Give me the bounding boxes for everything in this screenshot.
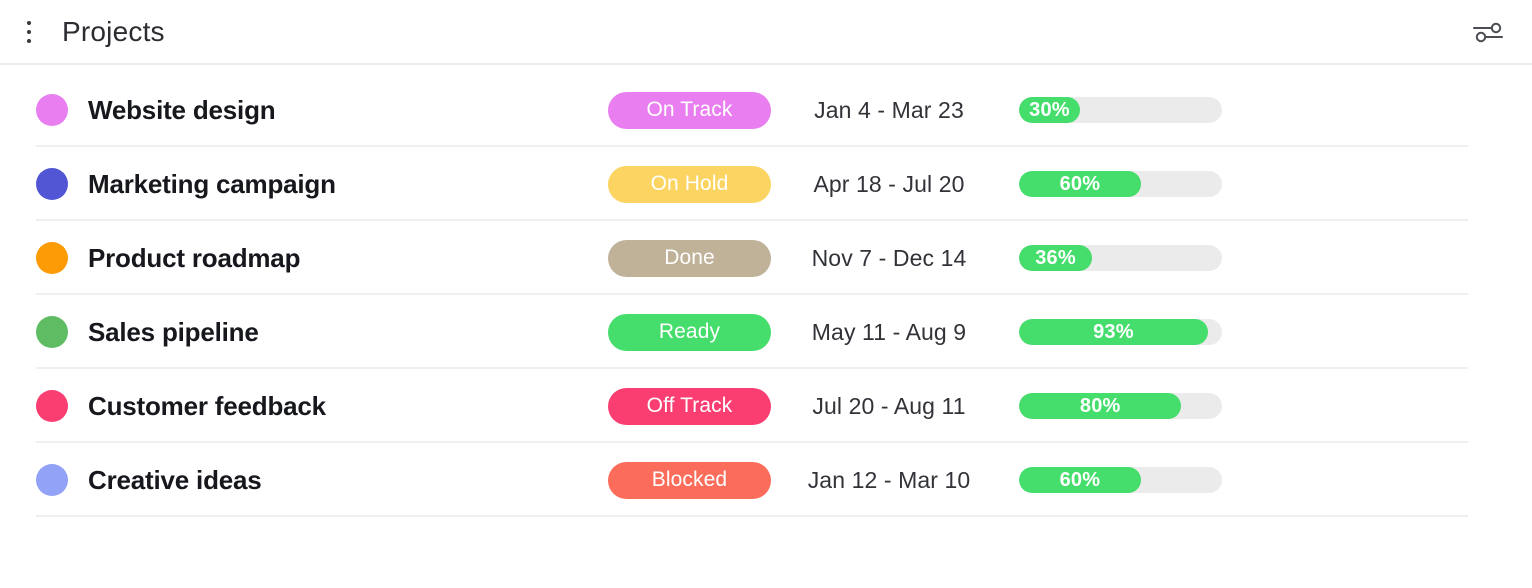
progress-cell: 36%	[1019, 245, 1222, 271]
progress-cell: 30%	[1019, 97, 1222, 123]
table-row[interactable]: Product roadmap Done Nov 7 - Dec 14 36%	[0, 221, 1532, 295]
project-color-dot-icon	[36, 464, 68, 496]
project-name[interactable]: Website design	[88, 95, 608, 126]
date-range[interactable]: Jan 4 - Mar 23	[771, 97, 1007, 124]
status-cell: Blocked	[608, 461, 771, 499]
project-name[interactable]: Creative ideas	[88, 465, 608, 496]
status-cell: Off Track	[608, 387, 771, 425]
progress-bar-fill: 30%	[1019, 97, 1080, 123]
status-badge[interactable]: Off Track	[608, 387, 771, 425]
project-name[interactable]: Product roadmap	[88, 243, 608, 274]
progress-cell: 80%	[1019, 393, 1222, 419]
date-range[interactable]: Nov 7 - Dec 14	[771, 245, 1007, 272]
project-color-dot-icon	[36, 242, 68, 274]
status-cell: Ready	[608, 313, 771, 351]
project-color-dot-icon	[36, 94, 68, 126]
projects-app: Projects Website design On Track Jan 4 - M…	[0, 0, 1532, 588]
progress-label: 80%	[1079, 394, 1121, 417]
progress-bar-fill: 60%	[1019, 171, 1141, 197]
project-list: Website design On Track Jan 4 - Mar 23 30% M…	[0, 65, 1532, 517]
progress-cell: 60%	[1019, 171, 1222, 197]
progress-label: 60%	[1059, 468, 1101, 491]
date-range[interactable]: May 11 - Aug 9	[771, 319, 1007, 346]
status-cell: On Track	[608, 91, 771, 129]
table-row[interactable]: Customer feedback Off Track Jul 20 - Aug 1…	[0, 369, 1532, 443]
progress-bar-fill: 36%	[1019, 245, 1093, 271]
progress-bar[interactable]: 93%	[1019, 319, 1222, 345]
progress-bar[interactable]: 36%	[1019, 245, 1222, 271]
app-header: Projects	[0, 0, 1532, 65]
status-badge[interactable]: On Hold	[608, 165, 771, 203]
project-color-dot-icon	[36, 390, 68, 422]
progress-label: 30%	[1029, 98, 1070, 121]
project-name[interactable]: Customer feedback	[88, 391, 608, 422]
status-cell: Done	[608, 239, 771, 277]
date-range[interactable]: Apr 18 - Jul 20	[771, 171, 1007, 198]
progress-bar[interactable]: 30%	[1019, 97, 1222, 123]
progress-label: 93%	[1093, 320, 1134, 343]
table-row[interactable]: Creative ideas Blocked Jan 12 - Mar 10 60%	[0, 443, 1532, 517]
status-badge[interactable]: Done	[608, 239, 771, 277]
table-row[interactable]: Sales pipeline Ready May 11 - Aug 9 93%	[0, 295, 1532, 369]
project-name[interactable]: Marketing campaign	[88, 169, 608, 200]
progress-cell: 60%	[1019, 467, 1222, 493]
project-color-dot-icon	[36, 168, 68, 200]
status-badge[interactable]: Blocked	[608, 461, 771, 499]
project-name[interactable]: Sales pipeline	[88, 317, 608, 348]
status-badge[interactable]: On Track	[608, 91, 771, 129]
sliders-settings-icon[interactable]	[1466, 10, 1510, 54]
table-row[interactable]: Website design On Track Jan 4 - Mar 23 30%	[0, 73, 1532, 147]
progress-bar[interactable]: 80%	[1019, 393, 1222, 419]
progress-cell: 93%	[1019, 319, 1222, 345]
status-cell: On Hold	[608, 165, 771, 203]
status-badge[interactable]: Ready	[608, 313, 771, 351]
page-title: Projects	[62, 15, 165, 47]
progress-bar[interactable]: 60%	[1019, 467, 1222, 493]
kebab-dot-1	[27, 20, 31, 25]
progress-bar-fill: 93%	[1019, 319, 1208, 345]
kebab-menu-icon[interactable]	[16, 12, 42, 52]
date-range[interactable]: Jul 20 - Aug 11	[771, 393, 1007, 420]
progress-bar[interactable]: 60%	[1019, 171, 1222, 197]
date-range[interactable]: Jan 12 - Mar 10	[771, 467, 1007, 494]
progress-bar-fill: 60%	[1019, 467, 1141, 493]
project-color-dot-icon	[36, 316, 68, 348]
progress-label: 36%	[1035, 246, 1076, 269]
kebab-dot-3	[27, 38, 31, 43]
sliders-settings-glyph	[1473, 22, 1503, 42]
kebab-dot-2	[27, 29, 31, 34]
progress-label: 60%	[1059, 172, 1101, 195]
progress-bar-fill: 80%	[1019, 393, 1182, 419]
table-row[interactable]: Marketing campaign On Hold Apr 18 - Jul 20…	[0, 147, 1532, 221]
